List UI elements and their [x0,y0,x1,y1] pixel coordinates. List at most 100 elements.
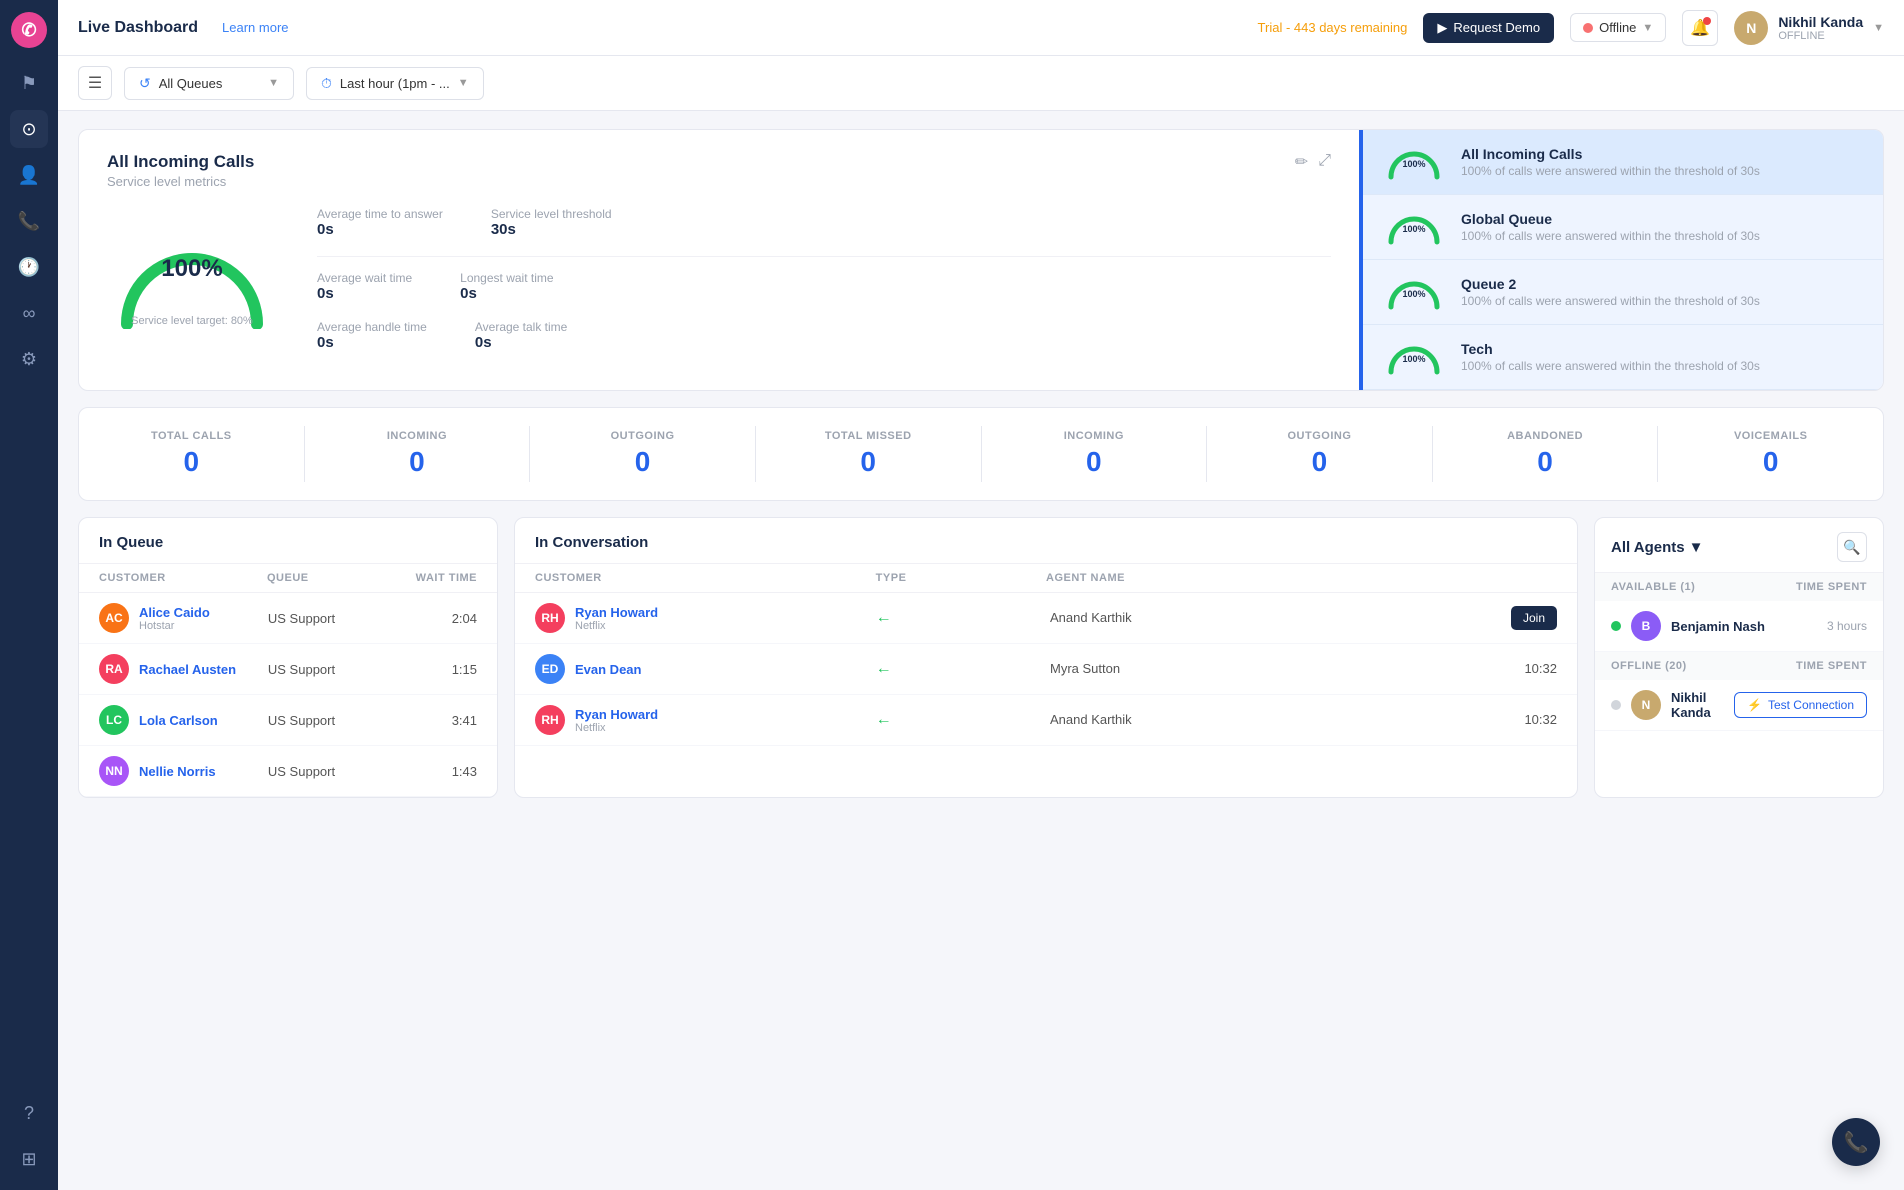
stat-label: TOTAL CALLS [151,430,232,442]
sidebar-item-dashboard[interactable]: ⊙ [10,110,48,148]
stat-label: VOICEMAILS [1734,430,1807,442]
metric-value-4: 0s [317,334,427,351]
notifications-button[interactable]: 🔔 [1682,10,1718,46]
metric-label-0: Average time to answer [317,207,443,221]
time-selector[interactable]: ⏱ Last hour (1pm - ... ▼ [306,67,484,100]
table-row: RH Ryan Howard Netflix ← Anand Karthik 1… [515,695,1577,746]
stat-item-incoming: INCOMING 0 [982,426,1208,482]
stat-label: OUTGOING [611,430,675,442]
edit-icon[interactable]: ✏ [1295,152,1308,172]
queue-selector[interactable]: ↺ All Queues ▼ [124,67,294,100]
customer-name[interactable]: Nellie Norris [139,764,216,779]
queue-icon: ↺ [139,75,151,92]
metric-label-5: Average talk time [475,320,568,334]
customer-cell: AC Alice Caido Hotstar [99,603,260,633]
stat-label: TOTAL MISSED [825,430,912,442]
metric-label-2: Average wait time [317,271,412,285]
metric-avg-wait: Average wait time 0s [317,271,412,302]
customer-name[interactable]: Rachael Austen [139,662,236,677]
conv-time-cell: Join [1391,606,1557,630]
queue-info-3: Tech 100% of calls were answered within … [1461,341,1760,373]
customer-sub: Hotstar [139,620,210,632]
status-selector[interactable]: Offline ▼ [1570,13,1666,42]
available-agents-rows: B Benjamin Nash 3 hours [1595,601,1883,652]
clock-icon: ⏱ [321,75,332,92]
queue-cell: US Support [268,662,389,677]
agents-title-button[interactable]: All Agents ▼ [1611,539,1703,556]
agent-row: B Benjamin Nash 3 hours [1595,601,1883,652]
customer-cell: NN Nellie Norris [99,756,260,786]
conv-customer-name[interactable]: Evan Dean [575,662,641,677]
queue-row: 100% Global Queue 100% of calls were ans… [1363,195,1883,260]
conv-col-customer-header: Customer [535,572,876,584]
conv-avatar: ED [535,654,565,684]
metric-threshold: Service level threshold 30s [491,207,612,238]
learn-more-link[interactable]: Learn more [222,20,288,35]
customer-name[interactable]: Lola Carlson [139,713,218,728]
sidebar-item-settings[interactable]: ⚙ [10,340,48,378]
queue-cell: US Support [268,611,389,626]
queue-info-2: Queue 2 100% of calls were answered with… [1461,276,1760,308]
metric-avg-handle: Average handle time 0s [317,320,427,351]
agents-header: All Agents ▼ 🔍 [1595,518,1883,573]
conv-time-cell: 10:32 [1391,711,1557,729]
stat-item-total-calls: TOTAL CALLS 0 [79,426,305,482]
mini-gauge-0: 100% [1385,144,1443,180]
agent-avatar: B [1631,611,1661,641]
customer-avatar: NN [99,756,129,786]
inbound-icon: ← [876,660,892,677]
conv-avatar: RH [535,603,565,633]
logo-icon: ✆ [21,20,36,41]
menu-button[interactable]: ☰ [78,66,112,100]
in-conversation-card: In Conversation Customer Type Agent Name… [514,517,1578,798]
expand-icon[interactable]: ⤢ [1318,152,1331,172]
phone-fab[interactable]: 📞 [1832,1118,1880,1166]
sidebar-item-grid[interactable]: ⊞ [10,1140,48,1178]
conv-agent-cell: Anand Karthik [1050,609,1383,627]
sidebar-item-calls[interactable]: 📞 [10,202,48,240]
stats-bar: TOTAL CALLS 0 INCOMING 0 OUTGOING 0 TOTA… [78,407,1884,501]
metric-label-3: Longest wait time [460,271,553,285]
demo-icon: ▶ [1437,20,1447,36]
conv-customer-cell: RH Ryan Howard Netflix [535,705,868,735]
customer-avatar: RA [99,654,129,684]
page-title: Live Dashboard [78,19,198,37]
wait-time-cell: 3:41 [397,713,477,728]
sidebar-item-help[interactable]: ? [10,1094,48,1132]
conv-type-cell: ← [876,609,1042,627]
test-connection-button[interactable]: ⚡Test Connection [1734,692,1867,718]
user-status: OFFLINE [1778,30,1863,42]
agent-name: Benjamin Nash [1671,619,1817,634]
agents-title-text: All Agents [1611,539,1685,556]
conv-customer-name[interactable]: Ryan Howard [575,605,658,620]
offline-status-dot [1583,23,1593,33]
sidebar-item-clock[interactable]: 🕐 [10,248,48,286]
request-demo-button[interactable]: ▶ Request Demo [1423,13,1554,43]
conv-col-time-header [1387,572,1557,584]
customer-avatar: AC [99,603,129,633]
sidebar-item-analytics[interactable]: ∞ [10,294,48,332]
conv-customer-name[interactable]: Ryan Howard [575,707,658,722]
time-spent-label: TIME SPENT [1796,581,1867,593]
app-logo[interactable]: ✆ [11,12,47,48]
agent-row: N Nikhil Kanda ⚡Test Connection [1595,680,1883,731]
stat-item-outgoing: OUTGOING 0 [1207,426,1433,482]
conv-customer-sub: Netflix [575,722,658,734]
join-button[interactable]: Join [1511,606,1557,630]
top-nav: Live Dashboard Learn more Trial - 443 da… [58,0,1904,56]
user-menu[interactable]: N Nikhil Kanda OFFLINE ▼ [1734,11,1884,45]
customer-name[interactable]: Alice Caido [139,605,210,620]
agents-search-button[interactable]: 🔍 [1837,532,1867,562]
queue-label: All Queues [159,76,223,91]
stat-value: 0 [1312,446,1328,478]
sidebar-item-contacts[interactable]: 👤 [10,156,48,194]
customer-cell: RA Rachael Austen [99,654,260,684]
queue-info-0: All Incoming Calls 100% of calls were an… [1461,146,1760,178]
user-chevron-icon: ▼ [1873,22,1884,34]
sidebar-item-flag[interactable]: ⚑ [10,64,48,102]
metric-label-4: Average handle time [317,320,427,334]
col-queue-header: QUEUE [267,572,393,584]
conv-table-header: Customer Type Agent Name [515,564,1577,593]
metric-longest-wait: Longest wait time 0s [460,271,553,302]
offline-time-label: TIME SPENT [1796,660,1867,672]
